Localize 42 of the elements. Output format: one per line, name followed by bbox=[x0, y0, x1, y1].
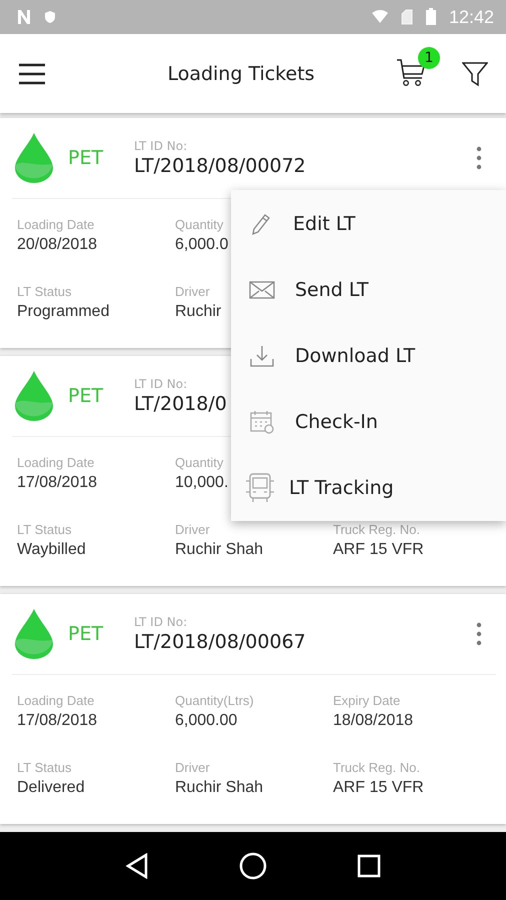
field-label: LT Status bbox=[17, 522, 72, 537]
field-value: Ruchir bbox=[175, 303, 222, 321]
field-value: 20/08/2018 bbox=[17, 236, 98, 254]
id-label: LT ID No: bbox=[134, 139, 188, 153]
field-value: Waybilled bbox=[17, 541, 86, 559]
field-label: LT Status bbox=[17, 760, 72, 775]
field-value: Ruchir Shah bbox=[175, 779, 264, 797]
product-label: PET bbox=[68, 623, 104, 645]
id-label: LT ID No: bbox=[134, 615, 188, 629]
field-value: Programmed bbox=[17, 303, 110, 321]
field-value: 10,000. bbox=[175, 474, 228, 492]
field-value: Ruchir Shah bbox=[175, 541, 264, 559]
field-label: Quantity(Ltrs) bbox=[175, 693, 254, 708]
field-label: Truck Reg. No. bbox=[333, 522, 420, 537]
product-label: PET bbox=[68, 147, 104, 169]
clock-time: 12:42 bbox=[448, 6, 494, 28]
field-label: Loading Date bbox=[17, 217, 94, 232]
field-value: 17/08/2018 bbox=[17, 712, 98, 730]
field-label: Truck Reg. No. bbox=[333, 760, 420, 775]
field-label: Driver bbox=[175, 284, 210, 299]
ticket-id: LT/2018/08/00067 bbox=[134, 631, 307, 653]
ticket-id: LT/2018/0 bbox=[134, 393, 228, 415]
field-label: LT Status bbox=[17, 284, 72, 299]
ticket-id: LT/2018/08/00072 bbox=[134, 155, 307, 177]
product-label: PET bbox=[68, 385, 104, 407]
field-value: Delivered bbox=[17, 779, 85, 797]
field-label: Quantity bbox=[175, 455, 224, 470]
field-value: ARF 15 VFR bbox=[333, 779, 424, 797]
screen-title: Loading Tickets bbox=[166, 62, 316, 84]
id-label: LT ID No: bbox=[134, 377, 188, 391]
field-value: 17/08/2018 bbox=[17, 474, 98, 492]
field-label: Loading Date bbox=[17, 693, 94, 708]
field-value: 6,000.0 bbox=[175, 236, 228, 254]
field-label: Driver bbox=[175, 522, 210, 537]
field-label: Quantity bbox=[175, 217, 224, 232]
field-value: ARF 15 VFR bbox=[333, 541, 424, 559]
field-label: Loading Date bbox=[17, 455, 94, 470]
field-value: 18/08/2018 bbox=[333, 712, 414, 730]
field-label: Expiry Date bbox=[333, 693, 400, 708]
cart-count-badge: 1 bbox=[418, 46, 440, 68]
field-label: Driver bbox=[175, 760, 210, 775]
field-value: 6,000.00 bbox=[175, 712, 238, 730]
